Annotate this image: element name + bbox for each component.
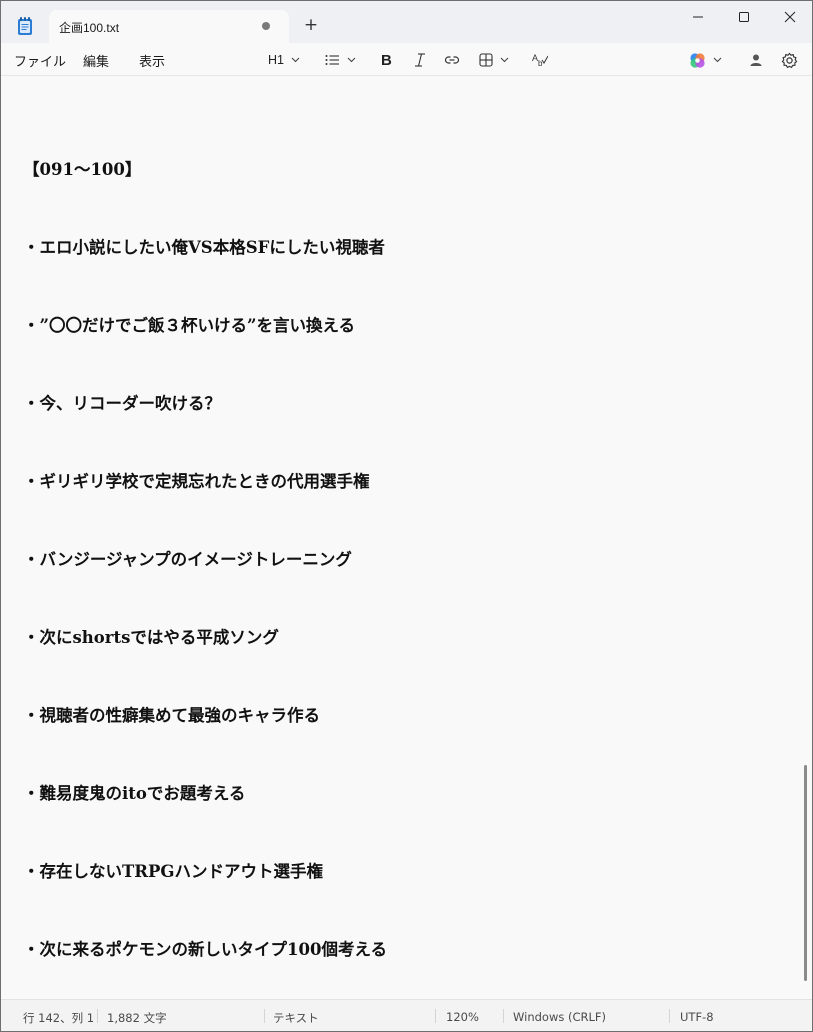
text-line: ・難易度鬼のitoでお題考える bbox=[23, 784, 246, 803]
copilot-dropdown[interactable] bbox=[689, 49, 722, 71]
bold-button[interactable]: B bbox=[381, 49, 392, 71]
text-line: ・次にshortsではやる平成ソング bbox=[23, 628, 279, 647]
account-button[interactable] bbox=[749, 49, 763, 71]
heading-label: H1 bbox=[268, 53, 284, 67]
maximize-icon bbox=[739, 12, 749, 22]
chevron-down-icon bbox=[347, 57, 356, 63]
chevron-down-icon bbox=[500, 57, 509, 63]
close-button[interactable] bbox=[767, 1, 813, 33]
copilot-icon bbox=[690, 52, 705, 68]
format-indicator[interactable]: テキスト bbox=[273, 1010, 319, 1026]
spellcheck-button[interactable]: A b bbox=[532, 49, 548, 71]
status-divider bbox=[503, 1009, 504, 1023]
text-line: ・バンジージャンプのイメージトレーニング bbox=[23, 550, 352, 569]
settings-button[interactable] bbox=[781, 49, 798, 71]
link-icon bbox=[444, 56, 460, 64]
text-line: 【091～100】 bbox=[23, 160, 142, 179]
chevron-down-icon bbox=[291, 57, 300, 63]
menu-edit[interactable]: 編集 bbox=[83, 51, 109, 70]
list-dropdown[interactable] bbox=[325, 49, 356, 71]
account-icon bbox=[750, 54, 762, 66]
tab-file[interactable]: 企画100.txt bbox=[49, 10, 289, 43]
table-icon bbox=[479, 53, 493, 67]
text-line: ・次に来るポケモンの新しいタイプ100個考える bbox=[23, 940, 387, 959]
text-line: ・”〇〇だけでご飯３杯いける”を言い換える bbox=[23, 316, 355, 335]
text-line: ・ギリギリ学校で定規忘れたときの代用選手権 bbox=[23, 472, 370, 491]
status-bar: 行 142、列 1 1,882 文字 テキスト 120% Windows (CR… bbox=[1, 999, 812, 1031]
character-count: 1,882 文字 bbox=[107, 1011, 167, 1025]
text-editor[interactable]: 【091～100】 ・エロ小説にしたい俺VS本格SFにしたい視聴者 ・”〇〇だけ… bbox=[1, 77, 812, 999]
italic-icon bbox=[415, 53, 425, 67]
chevron-down-icon bbox=[713, 57, 722, 63]
text-line: ・エロ小説にしたい俺VS本格SFにしたい視聴者 bbox=[23, 238, 385, 257]
text-line: ・視聴者の性癖集めて最強のキャラ作る bbox=[23, 706, 320, 725]
table-dropdown[interactable] bbox=[479, 49, 509, 71]
text-line: ・今、リコーダー吹ける？ bbox=[23, 394, 221, 413]
line-ending[interactable]: Windows (CRLF) bbox=[513, 1010, 606, 1024]
status-divider bbox=[669, 1009, 670, 1023]
spellcheck-icon: A b bbox=[532, 53, 548, 68]
status-divider bbox=[97, 1009, 98, 1023]
cursor-position[interactable]: 行 142、列 1 bbox=[23, 1010, 94, 1026]
minimize-button[interactable] bbox=[675, 1, 721, 33]
heading-dropdown[interactable]: H1 bbox=[268, 49, 300, 71]
new-tab-button[interactable]: + bbox=[301, 15, 321, 35]
link-button[interactable] bbox=[444, 49, 460, 71]
encoding[interactable]: UTF-8 bbox=[680, 1010, 714, 1024]
menu-view[interactable]: 表示 bbox=[139, 51, 165, 70]
zoom-level[interactable]: 120% bbox=[446, 1010, 479, 1024]
maximize-button[interactable] bbox=[721, 1, 767, 33]
tab-title: 企画100.txt bbox=[59, 21, 120, 35]
italic-button[interactable] bbox=[414, 49, 426, 71]
gear-icon bbox=[781, 52, 798, 68]
minimize-icon bbox=[693, 16, 703, 18]
menu-file[interactable]: ファイル bbox=[14, 51, 66, 70]
list-icon bbox=[325, 55, 339, 65]
notepad-icon bbox=[17, 16, 33, 36]
menu-toolbar: ファイル 編集 表示 H1 B A b bbox=[1, 43, 812, 76]
bold-icon: B bbox=[381, 51, 392, 69]
status-divider bbox=[435, 1009, 436, 1023]
text-line: ・存在しないTRPGハンドアウト選手権 bbox=[23, 862, 323, 881]
document-content[interactable]: 【091～100】 ・エロ小説にしたい俺VS本格SFにしたい視聴者 ・”〇〇だけ… bbox=[23, 105, 387, 1015]
close-icon bbox=[784, 11, 796, 23]
unsaved-dot-icon[interactable] bbox=[262, 22, 270, 30]
status-divider bbox=[264, 1009, 265, 1023]
title-bar: 企画100.txt + bbox=[1, 1, 812, 43]
vertical-scrollbar[interactable] bbox=[804, 765, 807, 981]
